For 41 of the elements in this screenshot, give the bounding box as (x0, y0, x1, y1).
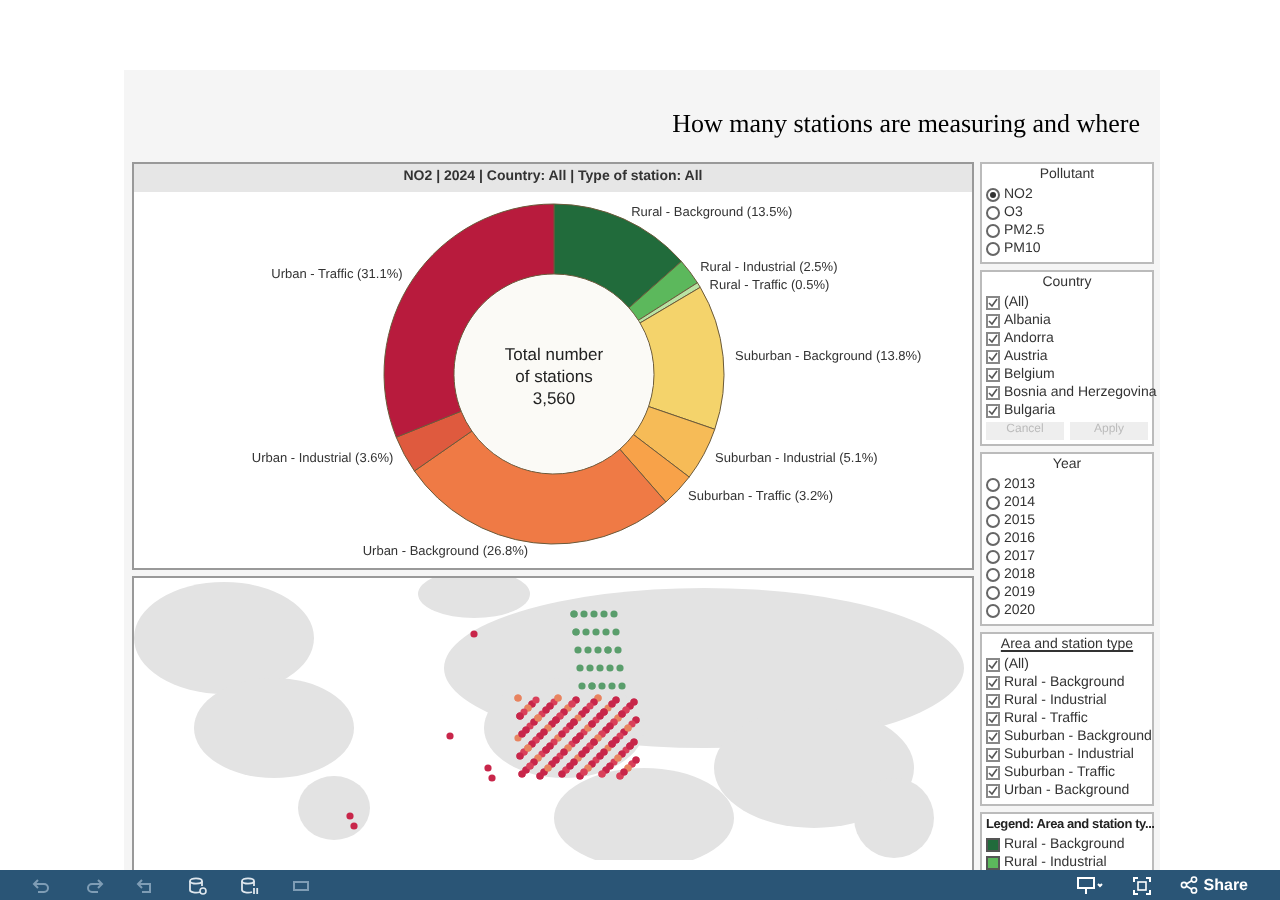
checkbox[interactable] (986, 368, 1000, 382)
center-label: 3,560 (532, 388, 576, 408)
radio-button[interactable] (986, 586, 1000, 600)
presentation-icon[interactable] (1075, 875, 1104, 895)
device-layout-icon[interactable] (292, 875, 312, 895)
share-icon (1179, 876, 1198, 894)
radio-button[interactable] (986, 242, 1000, 256)
radio-button[interactable] (986, 496, 1000, 510)
redo-icon[interactable] (84, 875, 104, 895)
center-label: Total number (504, 344, 604, 364)
checkbox[interactable] (986, 350, 1000, 364)
checkbox[interactable] (986, 332, 1000, 346)
radio-button[interactable] (986, 550, 1000, 564)
share-button[interactable]: Share (1179, 873, 1248, 897)
radio-button[interactable] (986, 206, 1000, 220)
checkbox[interactable] (986, 784, 1000, 798)
checkbox[interactable] (986, 296, 1000, 310)
radio-button[interactable] (986, 568, 1000, 582)
checkbox[interactable] (986, 712, 1000, 726)
fullscreen-icon[interactable] (1131, 875, 1152, 895)
revert-icon[interactable] (136, 875, 156, 895)
checkbox[interactable] (986, 404, 1000, 418)
dashboard-title: How many stations are measuring and where (672, 105, 1140, 142)
checkbox[interactable] (986, 314, 1000, 328)
checkbox[interactable] (986, 386, 1000, 400)
center-label: of stations (515, 366, 593, 386)
undo-icon[interactable] (32, 875, 52, 895)
radio-button[interactable] (986, 514, 1000, 528)
radio-button[interactable] (986, 478, 1000, 492)
radio-button[interactable] (986, 188, 1000, 202)
checkbox[interactable] (986, 766, 1000, 780)
checkbox[interactable] (986, 676, 1000, 690)
checkbox[interactable] (986, 730, 1000, 744)
checkbox[interactable] (986, 694, 1000, 708)
checkbox[interactable] (986, 748, 1000, 762)
database-pause-icon[interactable] (240, 875, 260, 895)
checkbox[interactable] (986, 658, 1000, 672)
radio-button[interactable] (986, 532, 1000, 546)
radio-button[interactable] (986, 224, 1000, 238)
radio-button[interactable] (986, 604, 1000, 618)
database-refresh-icon[interactable] (188, 875, 208, 895)
